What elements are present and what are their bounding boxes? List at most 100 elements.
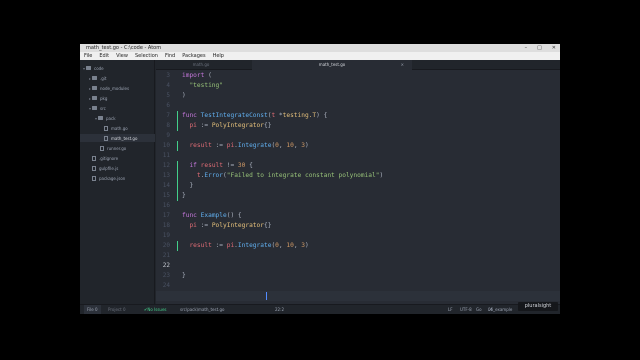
tree-item-math-go[interactable]: math.go — [104, 124, 128, 132]
tree-item-pack[interactable]: ▾ pack — [94, 114, 116, 122]
code-token: Example — [200, 212, 227, 219]
tree-item-label: code — [94, 65, 104, 71]
code-line[interactable]: result := pi.Integrate(0, 10, 3) — [182, 141, 308, 151]
git-added-marker — [177, 161, 178, 171]
file-counter-button[interactable]: File 0 — [84, 305, 101, 314]
menu-selection[interactable]: Selection — [135, 52, 158, 60]
file-icon — [104, 135, 108, 141]
tree-item-label: runner.go — [107, 145, 127, 151]
code-line[interactable]: import ( — [182, 71, 212, 81]
code-token: testing.T — [282, 112, 317, 119]
file-icon — [92, 175, 96, 181]
line-number: 16 — [162, 202, 170, 209]
code-line[interactable]: func Example() { — [182, 211, 242, 221]
code-token: if — [189, 162, 197, 169]
current-line-highlight — [156, 291, 560, 301]
code-line[interactable]: pi := PolyIntegrator{} — [182, 121, 271, 131]
text-cursor — [266, 292, 267, 300]
menu-file[interactable]: File — [84, 52, 92, 60]
window-title: math_test.go - C:\code - Atom — [86, 45, 162, 51]
atom-window: math_test.go - C:\code - Atom – □ ✕ File… — [80, 44, 560, 314]
code-token: 10 — [286, 242, 294, 249]
tree-item-src[interactable]: ▾ src — [88, 104, 106, 112]
code-token: } — [182, 182, 194, 189]
tree-item-label: .gitignore — [99, 155, 119, 161]
code-token: ) — [305, 242, 309, 249]
close-tab-icon[interactable]: × — [401, 60, 404, 70]
code-line[interactable]: "testing" — [182, 81, 223, 91]
tree-item-gitignore[interactable]: .gitignore — [92, 154, 118, 162]
tree-item-gulpfile[interactable]: gulpfile.js — [92, 164, 118, 172]
issues-indicator[interactable]: ✔ No Issues — [144, 305, 167, 314]
cursor-position[interactable]: 22:2 — [275, 305, 284, 314]
code-line[interactable]: } — [182, 191, 186, 201]
file-path[interactable]: src\pack\math_test.go — [180, 305, 224, 314]
minimize-button[interactable]: – — [525, 44, 528, 52]
tree-item-label: .git — [100, 75, 107, 81]
code-token: import — [182, 72, 205, 79]
code-token: pi — [189, 222, 197, 229]
git-added-marker — [177, 181, 178, 191]
maximize-button[interactable]: □ — [537, 44, 542, 52]
code-line[interactable]: func TestIntegrateConst(t *testing.T) { — [182, 111, 327, 121]
tree-item-pkg[interactable]: ▸ pkg — [88, 94, 107, 102]
code-token: func — [182, 112, 197, 119]
code-token: Error — [204, 172, 224, 179]
code-line[interactable]: } — [182, 181, 193, 191]
code-token: {} — [263, 222, 272, 229]
pluralsight-watermark: pluralsight — [518, 302, 558, 311]
git-added-marker — [177, 111, 178, 121]
line-number: 23 — [162, 272, 170, 279]
tree-item-math-test-go[interactable]: math_test.go — [80, 134, 155, 142]
tree-item-code[interactable]: ▾ code — [82, 64, 104, 72]
tree-view: ▾ code ▸ .git ▸ node_modules ▸ pkg ▾ src… — [80, 60, 155, 304]
code-token: "testing" — [182, 82, 223, 89]
tree-item-git[interactable]: ▸ .git — [88, 74, 107, 82]
git-added-marker — [177, 241, 178, 251]
line-number: 14 — [162, 182, 170, 189]
encoding[interactable]: UTF-8 — [460, 305, 472, 314]
folder-icon — [92, 86, 97, 90]
line-ending[interactable]: LF — [448, 305, 453, 314]
menu-view[interactable]: View — [116, 52, 128, 60]
close-button[interactable]: ✕ — [552, 44, 556, 52]
tab-bar: math.go math_test.go × — [156, 60, 560, 70]
tab-label: math_test.go — [318, 62, 346, 67]
tab-math-test-go[interactable]: math_test.go × — [252, 60, 412, 70]
menu-help[interactable]: Help — [213, 52, 224, 60]
code-token: ) { — [316, 112, 328, 119]
tab-math-go[interactable]: math.go — [156, 60, 246, 70]
code-token: } — [182, 272, 186, 279]
status-bar: File 0 Project 0 ✔ No Issues src\pack\ma… — [80, 304, 560, 314]
code-editor[interactable]: 3 import (4 "testing" 5) 6 7 func TestIntegra… — [156, 70, 560, 304]
menu-bar: File Edit View Selection Find Packages H… — [80, 52, 560, 60]
code-token: PolyIntegrator — [211, 222, 264, 229]
project-counter-button[interactable]: Project 0 — [108, 305, 126, 314]
line-number: 11 — [162, 152, 170, 159]
menu-packages[interactable]: Packages — [182, 52, 205, 60]
menu-edit[interactable]: Edit — [99, 52, 109, 60]
file-icon — [104, 125, 108, 131]
code-token: Integrate — [237, 142, 272, 149]
tree-item-package-json[interactable]: package.json — [92, 174, 125, 182]
code-line[interactable]: if result != 30 { — [182, 161, 252, 171]
code-line[interactable]: } — [182, 271, 186, 281]
git-added-marker — [177, 171, 178, 181]
menu-find[interactable]: Find — [165, 52, 175, 60]
tree-item-runner-go[interactable]: runner.go — [100, 144, 126, 152]
code-token: result — [200, 162, 223, 169]
line-number: 9 — [166, 132, 170, 139]
line-number: 17 — [162, 212, 170, 219]
code-line[interactable]: result := pi.Integrate(0, 10, 3) — [182, 241, 309, 251]
tree-item-node-modules[interactable]: ▸ node_modules — [88, 84, 129, 92]
grammar[interactable]: Go — [476, 305, 482, 314]
folder-icon — [98, 116, 103, 120]
code-token: pi — [189, 122, 197, 129]
tree-item-label: pack — [106, 115, 116, 121]
code-line[interactable]: pi := PolyIntegrator{} — [182, 221, 271, 231]
code-line[interactable]: ) — [182, 91, 186, 101]
code-line[interactable]: t.Error("Failed to integrate constant po… — [182, 171, 383, 181]
line-number: 4 — [166, 82, 170, 89]
git-added-marker — [177, 141, 178, 151]
